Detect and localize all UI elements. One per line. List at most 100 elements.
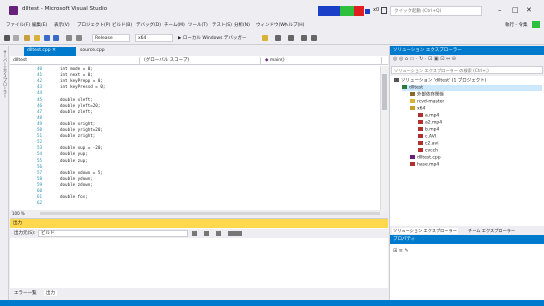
line-number: 62 [36, 200, 42, 206]
tree-item[interactable]: rcvd-master [410, 99, 444, 105]
code-text: double xdown = 5; [60, 169, 103, 175]
line-number: 41 [36, 72, 42, 78]
output-source-select[interactable]: ビルド [38, 230, 188, 237]
menu-item-help[interactable]: ヘルプ(H) [284, 22, 304, 28]
tab-dlltest-cpp[interactable]: dlltest.cpp ✕ [24, 47, 76, 56]
line-number: 50 [36, 127, 42, 132]
menu-item-edit[interactable]: 編集(E) [32, 22, 47, 28]
tab-solution-explorer[interactable]: ソリューション エクスプローラー [392, 228, 458, 234]
server-explorer-strip[interactable]: サーバーエクスプローラー [0, 46, 9, 300]
menu-item-window[interactable]: ウィンドウ(W) [256, 22, 286, 28]
menu-bar: ファイル(F) 編集(E) 表示(V) プロジェクト(P) ビルド(B) デバッ… [0, 20, 544, 30]
save-all-icon[interactable] [53, 35, 59, 41]
line-number: 58 [36, 175, 42, 181]
tab-source-cpp[interactable]: source.cpp [80, 48, 105, 53]
code-text: double xup = -20; [60, 145, 103, 151]
tree-item[interactable]: hase.mp4 [410, 162, 439, 168]
menu-item-team[interactable]: チーム(M) [164, 22, 185, 28]
tree-item-icon [410, 162, 415, 166]
tree-item[interactable]: cvcch [418, 148, 438, 154]
maximize-button[interactable]: □ [512, 6, 519, 14]
run-label[interactable]: 執行 - 令集 [505, 22, 527, 28]
tree-item[interactable]: 外部依存関係 [410, 92, 444, 98]
solution-explorer-toolbar[interactable]: ◎ ◎ ⌂ ▭ · ↻ · ⊡ ▣ ⊡ ⇔ ⊖ [390, 55, 544, 65]
account-icon[interactable] [532, 21, 540, 28]
tree-item[interactable]: c2.avi [418, 141, 438, 147]
visual-studio-logo-icon [9, 6, 18, 15]
line-number: 51 [36, 133, 42, 139]
bookmark-icon[interactable] [262, 35, 268, 41]
menu-item-view[interactable]: 表示(V) [54, 22, 70, 28]
tree-item[interactable]: a2.mp4 [418, 120, 442, 126]
navigate-icon[interactable] [311, 35, 317, 41]
code-text: double yright=20; [60, 127, 103, 132]
code-area[interactable]: 40 int mode = 0; 41 int next = 0; 42 int keyP… [10, 66, 380, 210]
quick-launch-input[interactable]: クイック起動 (Ctrl+Q) [390, 6, 482, 16]
code-text: double zdown; [60, 181, 93, 187]
window-title: dlltest - Microsoft Visual Studio [22, 6, 108, 12]
tree-item[interactable]: dlltest [402, 85, 542, 91]
editor-navigation-bar: dlltest (グローバル スコープ) ◆ main() [10, 56, 388, 65]
editor-horizontal-scrollbar[interactable] [40, 212, 380, 215]
line-number: 47 [36, 108, 42, 114]
zoom-level[interactable]: 100 % [12, 211, 25, 216]
project-scope-dropdown[interactable]: dlltest [10, 57, 140, 64]
notification-flag-icon[interactable] [381, 7, 387, 14]
menu-item-project[interactable]: プロジェクト(P) [77, 22, 110, 28]
tree-item[interactable]: ソリューション 'dlltest' (1 プロジェクト) [394, 78, 487, 84]
function-icon: ◆ [265, 58, 269, 63]
properties-toolbar-icons[interactable]: ⊞ ≡ ✎ [393, 248, 409, 254]
line-number: 49 [36, 120, 42, 126]
tree-item-label: rcvd-master [417, 99, 445, 105]
tree-item[interactable]: a.mp4 [418, 113, 439, 119]
find-icon[interactable] [301, 35, 307, 41]
minimize-button[interactable]: – [498, 6, 502, 14]
tree-item-label: dlltest [409, 85, 423, 91]
menu-item-debug[interactable]: デバッグ(D) [136, 22, 161, 28]
forward-icon[interactable] [13, 35, 19, 41]
line-number: 46 [36, 102, 42, 108]
tree-item-label: dlltest.cpp [417, 155, 441, 161]
open-file-icon[interactable] [34, 35, 40, 41]
solution-platform-select[interactable]: x64 [135, 34, 173, 42]
menu-item-test[interactable]: テスト(S) [212, 22, 232, 28]
menu-item-build[interactable]: ビルド(B) [112, 22, 132, 28]
output-toolbar-icons[interactable] [192, 231, 242, 236]
function-dropdown[interactable]: ◆ main() [262, 57, 382, 64]
tree-item-icon [418, 113, 423, 117]
undo-icon[interactable] [66, 35, 72, 41]
output-title: 出力 [10, 219, 388, 228]
save-icon[interactable] [44, 35, 50, 41]
tree-item[interactable]: b.mp4 [418, 127, 439, 133]
tab-team-explorer[interactable]: チーム エクスプローラー [468, 228, 515, 234]
tree-item[interactable]: x64 [410, 106, 425, 112]
tree-item[interactable]: dlltest.cpp [410, 155, 441, 161]
scrollbar-thumb[interactable] [382, 74, 387, 110]
menu-item-tools[interactable]: ツール(T) [188, 22, 208, 28]
solution-explorer-search[interactable]: ソリューション エクスプローラー の検索 (Ctrl+;) [391, 66, 543, 74]
tree-item-icon [410, 155, 415, 159]
line-number: 52 [36, 139, 42, 145]
code-text: double zup; [60, 157, 88, 163]
back-icon[interactable] [4, 35, 10, 41]
tab-output[interactable]: 出力 [44, 290, 57, 296]
new-project-icon[interactable] [24, 35, 30, 41]
menu-item-file[interactable]: ファイル(F) [6, 22, 30, 28]
line-number: 45 [36, 96, 42, 102]
global-scope-dropdown[interactable]: (グローバル スコープ) [141, 57, 261, 64]
status-color-bar-green [340, 6, 354, 16]
tab-error-list[interactable]: エラー一覧 [14, 290, 37, 296]
code-text: double zleft; [60, 108, 93, 114]
tree-item[interactable]: c.AVI [418, 134, 436, 140]
redo-icon[interactable] [76, 35, 82, 41]
comment-icon[interactable] [275, 35, 281, 41]
uncomment-icon[interactable] [288, 35, 294, 41]
solution-configuration-select[interactable]: Release [92, 34, 130, 42]
editor-vertical-scrollbar[interactable] [380, 66, 388, 210]
close-tab-icon[interactable]: ✕ [52, 48, 56, 53]
tree-item-label: hase.mp4 [417, 162, 440, 168]
menu-item-analyze[interactable]: 分析(N) [234, 22, 250, 28]
tree-item-label: cvcch [425, 148, 438, 154]
start-debugging-button[interactable]: ▶ ローカル Windows デバッガー [178, 35, 246, 41]
close-button[interactable]: ✕ [526, 6, 532, 14]
